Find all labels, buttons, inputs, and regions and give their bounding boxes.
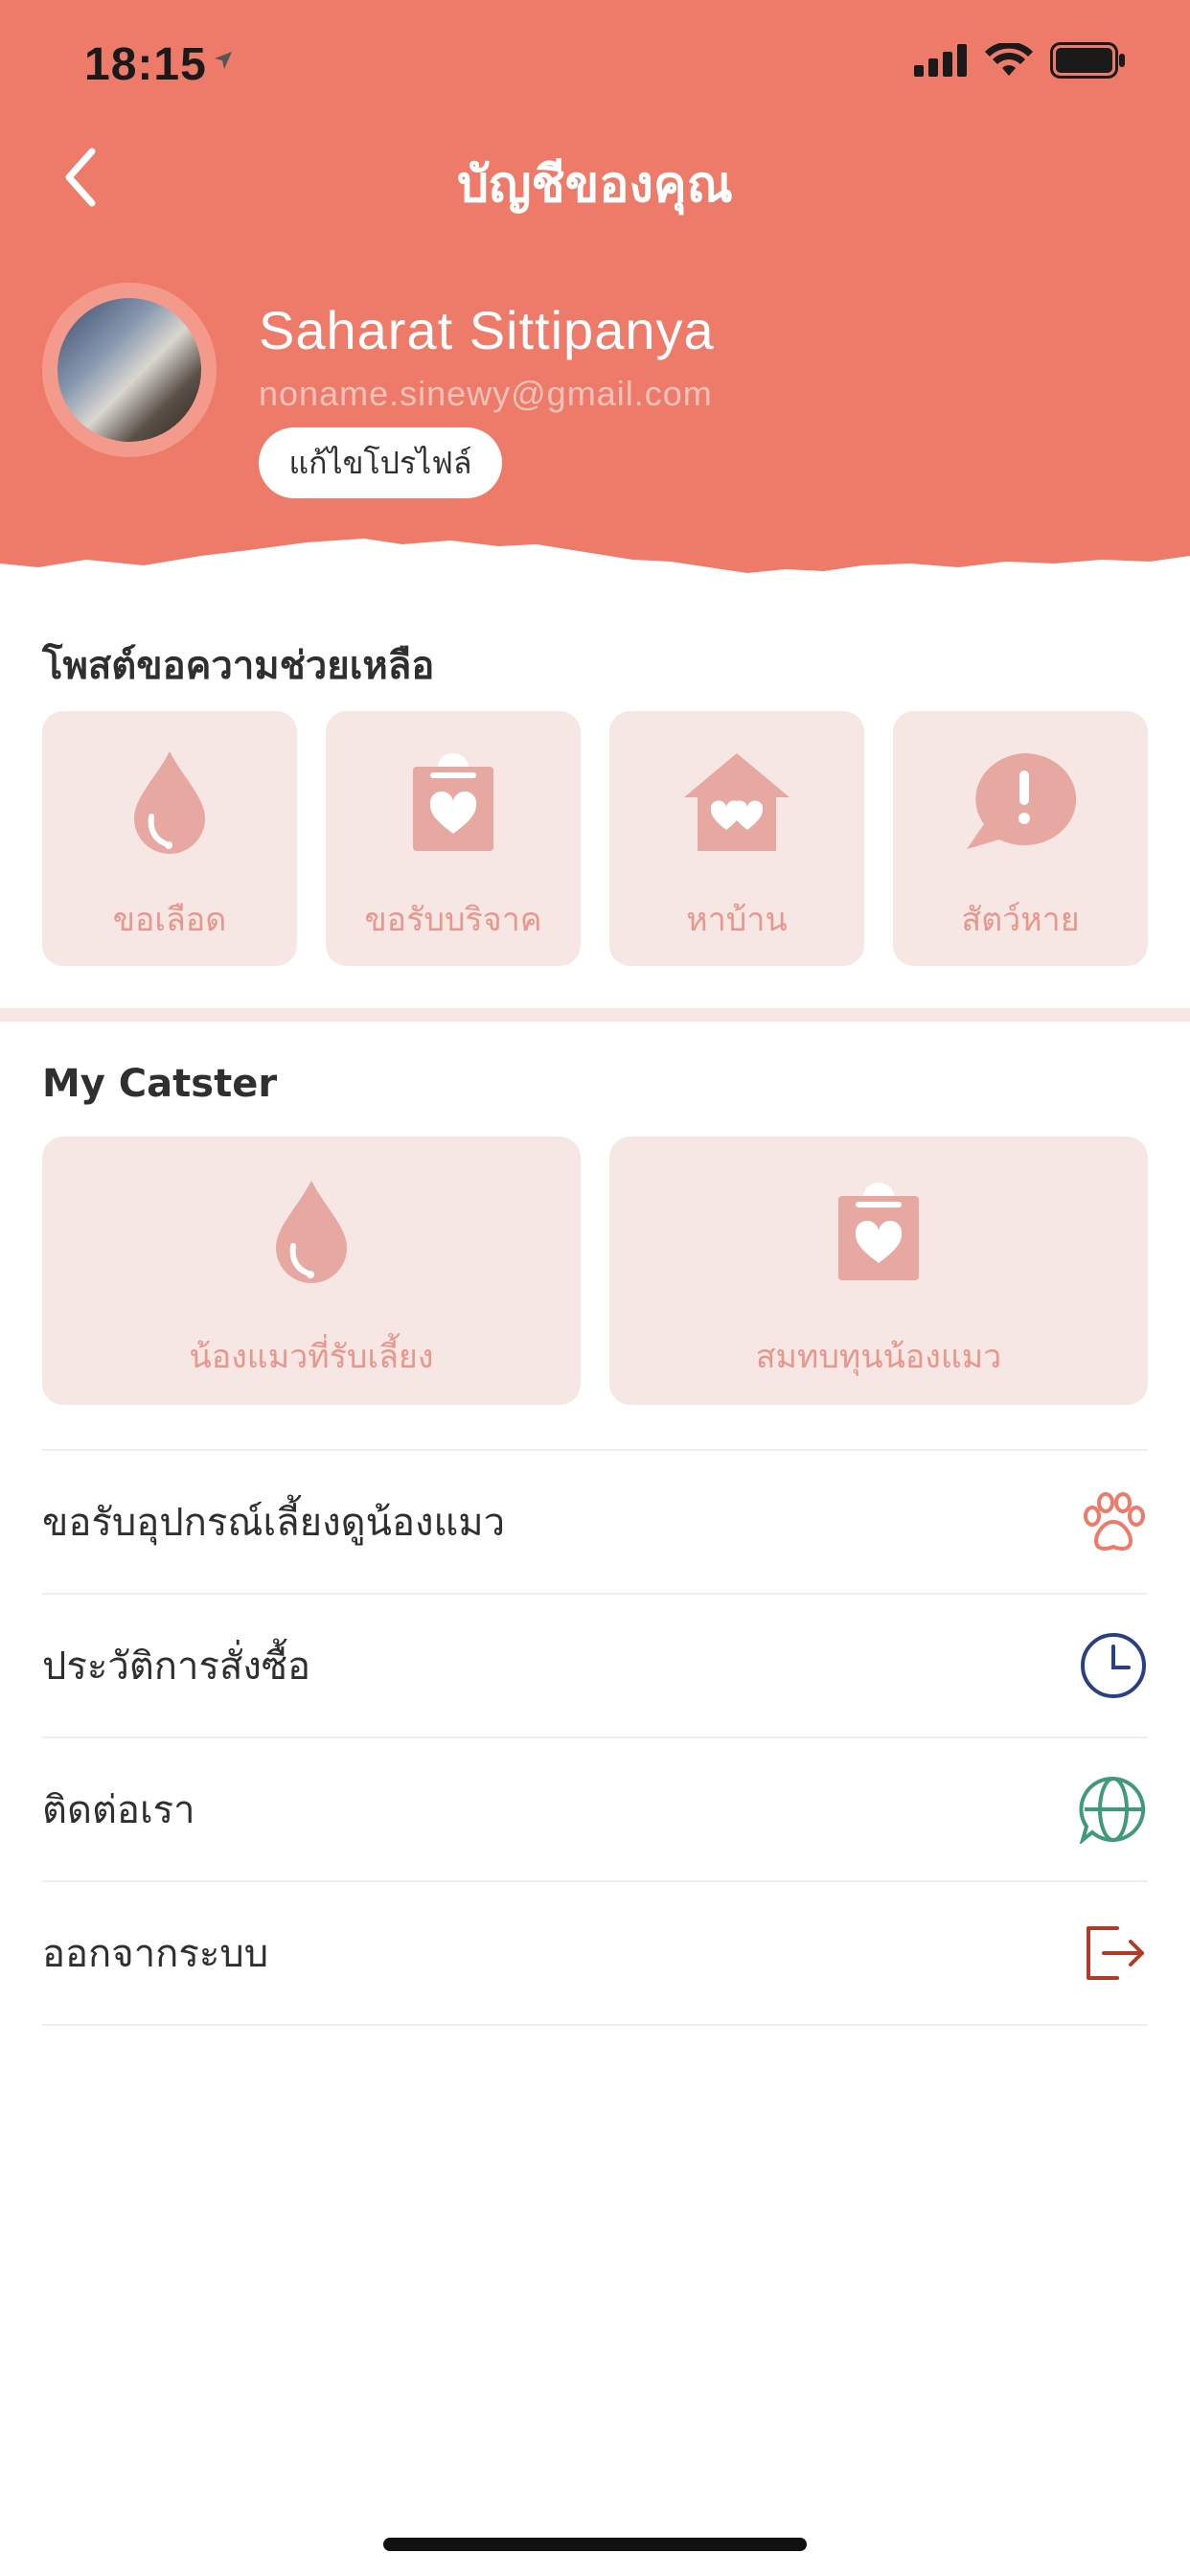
- status-icons: [914, 42, 1127, 79]
- menu-item-contact-us[interactable]: ติดต่อเรา: [42, 1738, 1148, 1882]
- menu-label: ติดต่อเรา: [42, 1788, 195, 1832]
- edit-profile-button[interactable]: แก้ไขโปรไฟล์: [259, 427, 502, 498]
- tile-label: น้องแมวที่รับเลี้ยง: [189, 1338, 434, 1376]
- blood-drop-icon: [276, 1181, 347, 1283]
- tile-label: ขอรับบริจาค: [364, 901, 542, 939]
- tile-label: สมทบทุนน้องแมว: [755, 1338, 1002, 1376]
- donation-box-icon: [413, 753, 493, 851]
- avatar-photo: [57, 298, 201, 442]
- menu-item-logout[interactable]: ออกจากระบบ: [42, 1882, 1148, 2026]
- tile-label: หาบ้าน: [686, 901, 788, 939]
- tile-lost-pet[interactable]: สัตว์หาย: [893, 711, 1148, 966]
- menu-label: ประวัติการสั่งซื้อ: [42, 1644, 311, 1689]
- tile-cat-fund[interactable]: สมทบทุนน้องแมว: [609, 1137, 1148, 1405]
- clock-icon: [1081, 1633, 1146, 1698]
- logout-icon: [1087, 1926, 1144, 1980]
- donation-box-icon: [838, 1183, 919, 1280]
- help-section-title: โพสต์ขอความช่วยเหลือ: [42, 644, 435, 688]
- profile-header: 18:15 บัญชีของคุณ Saharat Sittipanya non…: [0, 0, 1190, 604]
- tile-adopted-cats[interactable]: น้องแมวที่รับเลี้ยง: [42, 1137, 581, 1405]
- menu-item-request-supplies[interactable]: ขอรับอุปกรณ์เลี้ยงดูน้องแมว: [42, 1451, 1148, 1595]
- tile-label: ขอเลือด: [112, 901, 227, 939]
- torn-edge-divider: [0, 539, 1190, 604]
- page-title: บัญชีของคุณ: [457, 156, 733, 214]
- menu-item-order-history[interactable]: ประวัติการสั่งซื้อ: [42, 1595, 1148, 1738]
- tile-label: สัตว์หาย: [961, 901, 1080, 939]
- home-indicator[interactable]: [383, 2538, 807, 2551]
- user-email: noname.sinewy@gmail.com: [259, 374, 713, 413]
- wifi-icon: [985, 43, 1033, 76]
- user-name: Saharat Sittipanya: [259, 300, 715, 360]
- location-arrow-icon: [215, 52, 232, 69]
- tile-request-blood[interactable]: ขอเลือด: [42, 711, 297, 966]
- menu-label: ขอรับอุปกรณ์เลี้ยงดูน้องแมว: [42, 1501, 506, 1545]
- battery-icon: [1050, 42, 1125, 79]
- avatar[interactable]: [42, 283, 217, 457]
- blood-drop-icon: [134, 751, 205, 854]
- catster-section-title: My Catster: [42, 1062, 278, 1106]
- paw-icon: [1084, 1492, 1145, 1551]
- status-time: 18:15: [84, 39, 207, 90]
- tile-request-donation[interactable]: ขอรับบริจาค: [326, 711, 581, 966]
- tile-find-home[interactable]: หาบ้าน: [609, 711, 864, 966]
- signal-icon: [914, 44, 967, 77]
- globe-chat-icon: [1079, 1776, 1146, 1844]
- menu-label: ออกจากระบบ: [42, 1932, 269, 1976]
- alert-bubble-icon: [967, 752, 1077, 849]
- section-divider: [0, 1008, 1190, 1022]
